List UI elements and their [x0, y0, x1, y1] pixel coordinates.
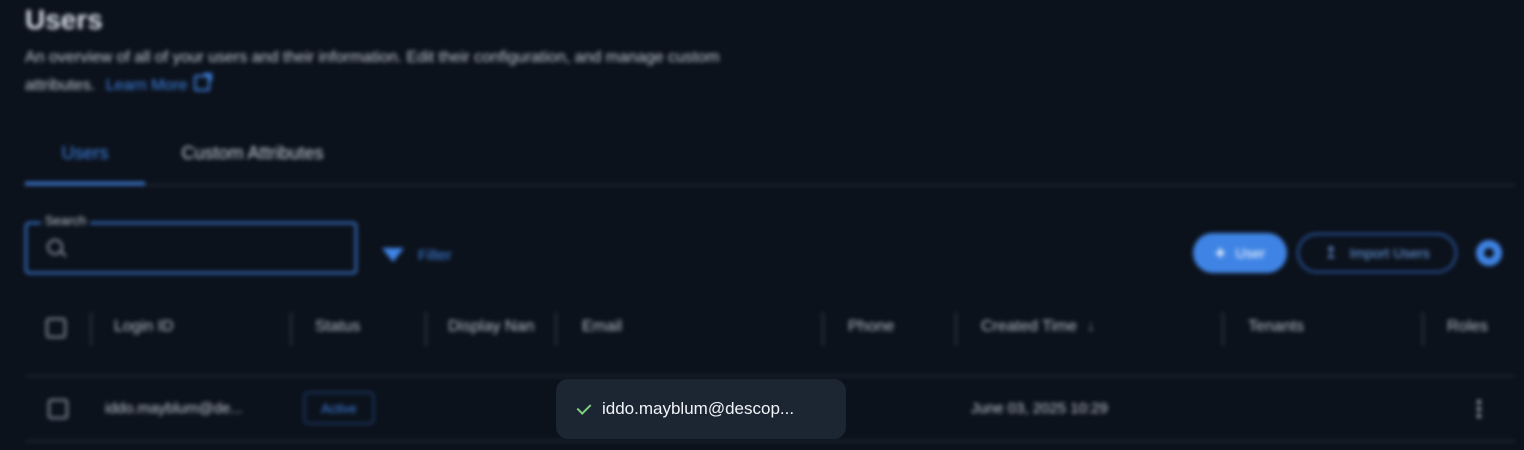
add-user-label: User: [1235, 245, 1266, 261]
tab-custom-attributes[interactable]: Custom Attributes: [165, 128, 340, 182]
import-users-label: Import Users: [1349, 245, 1430, 261]
search-label: Search: [41, 213, 91, 228]
import-users-button[interactable]: ↥ Import Users: [1297, 233, 1457, 273]
table-header: Login ID Status Display Nan Email Phone …: [25, 300, 1515, 360]
page-description: An overview of all of your users and the…: [25, 44, 785, 100]
plus-icon: +: [1214, 242, 1226, 263]
page-title: Users: [25, 4, 103, 35]
column-header-phone[interactable]: Phone: [848, 318, 894, 336]
filter-button[interactable]: Filter: [382, 240, 451, 270]
upload-icon: ↥: [1324, 245, 1338, 262]
filter-label: Filter: [418, 246, 452, 264]
column-separator[interactable]: [955, 312, 957, 346]
toast-message: iddo.mayblum@descop...: [602, 399, 795, 418]
column-header-email[interactable]: Email: [582, 318, 622, 336]
add-user-button[interactable]: + User: [1193, 233, 1287, 273]
column-header-status[interactable]: Status: [315, 318, 360, 336]
column-header-login-id[interactable]: Login ID: [114, 318, 174, 336]
column-separator[interactable]: [1422, 312, 1424, 346]
row-divider: [25, 375, 1515, 377]
column-separator[interactable]: [555, 312, 557, 346]
column-separator[interactable]: [290, 312, 292, 346]
tab-bar: Users Custom Attributes: [25, 128, 1515, 186]
column-header-created-time[interactable]: Created Time ↓: [981, 318, 1095, 336]
created-time-label: Created Time: [981, 318, 1078, 335]
cell-created-time: June 03, 2025 10:29: [971, 400, 1108, 417]
filter-icon: [382, 248, 404, 262]
more-options-icon[interactable]: [1477, 400, 1481, 420]
sort-down-icon: ↓: [1087, 318, 1096, 335]
search-field[interactable]: Search: [25, 213, 357, 274]
column-header-tenants[interactable]: Tenants: [1248, 318, 1304, 336]
toast-notification: iddo.mayblum@descop...: [556, 379, 846, 439]
cell-login-id: iddo.mayblum@de...: [105, 400, 243, 417]
row-divider: [25, 440, 1515, 442]
column-header-roles[interactable]: Roles: [1447, 318, 1488, 336]
row-checkbox[interactable]: [48, 399, 68, 419]
tab-users[interactable]: Users: [25, 128, 145, 185]
status-badge: Active: [304, 392, 374, 424]
search-input[interactable]: [75, 232, 349, 266]
column-separator[interactable]: [425, 312, 427, 346]
column-separator[interactable]: [90, 312, 92, 346]
learn-more-link[interactable]: Learn More: [105, 73, 212, 94]
select-all-checkbox[interactable]: [46, 318, 66, 338]
column-separator[interactable]: [1222, 312, 1224, 346]
check-icon: [576, 399, 592, 415]
gear-icon[interactable]: [1476, 240, 1502, 266]
external-link-icon: [193, 73, 212, 91]
learn-more-label: Learn More: [105, 77, 188, 94]
column-separator[interactable]: [822, 312, 824, 346]
search-icon: [47, 239, 63, 255]
column-header-display-name[interactable]: Display Nan: [448, 318, 546, 336]
